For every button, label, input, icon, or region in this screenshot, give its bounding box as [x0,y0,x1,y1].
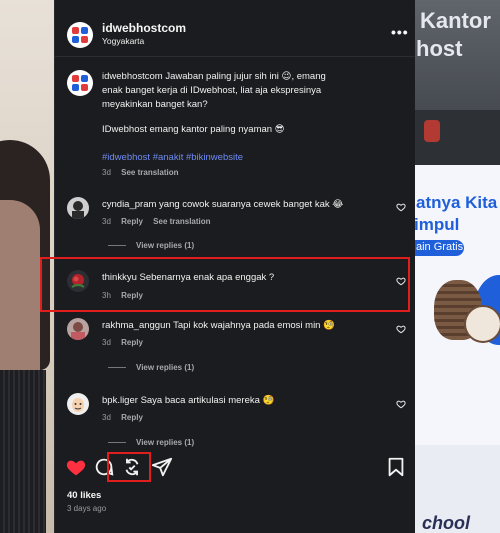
caption-time: 3d [102,168,111,177]
caption-hashtags[interactable]: #idwebhost #anakit #bikinwebsite [102,152,243,163]
comment-meta: 3d Reply [102,413,143,422]
comment-text: cyndia_pram yang cowok suaranya cewek ba… [102,199,343,210]
avatar[interactable] [67,22,93,48]
caption-text-secondary: IDwebhost emang kantor paling nyaman 😎 [102,124,285,135]
comment-body: Saya baca artikulasi mereka 🧐 [140,395,275,406]
idwebhost-logo-icon [72,27,88,43]
background-pill: ain Gratis [414,240,464,256]
post-username[interactable]: idwebhostcom [102,21,186,35]
view-replies-label: View replies (1) [136,241,195,250]
comment-time: 3d [102,217,111,226]
view-replies-line [108,367,126,369]
background-person-shirt [0,200,40,380]
bookmark-icon[interactable] [385,456,407,478]
comment-username[interactable]: rakhma_anggun [102,320,171,331]
idwebhost-logo-icon [72,75,88,91]
background-text: host [416,36,463,61]
background-feed-right: Kantor host atnya Kita impul ain Gratis … [414,0,500,533]
view-replies-line [108,245,126,247]
view-replies-button[interactable]: View replies (1) [108,363,194,372]
reply-button[interactable]: Reply [121,217,143,226]
comment-meta: 3d Reply See translation [102,217,211,226]
background-post-promo: atnya Kita impul ain Gratis [414,165,500,445]
background-person-pants [0,370,46,533]
view-replies-button[interactable]: View replies (1) [108,438,194,447]
header-divider [55,56,415,57]
background-text: chool [422,513,470,533]
background-text: impul [414,215,460,234]
caption-meta: 3d See translation [102,168,179,177]
view-replies-button[interactable]: View replies (1) [108,241,194,250]
comment-text: rakhma_anggun Tapi kok wajahnya pada emo… [102,320,335,331]
send-icon[interactable] [151,456,173,478]
avatar[interactable] [67,393,89,415]
comment-body: yang cowok suaranya cewek banget kak 😂 [159,199,344,210]
background-text: Kantor [420,8,491,33]
heart-icon[interactable] [396,202,406,212]
post-date: 3 days ago [67,504,107,513]
caption-text: idwebhostcom Jawaban paling jujur sih in… [102,71,326,110]
reply-button[interactable]: Reply [121,338,143,347]
view-replies-line [108,442,126,444]
background-post-bottom: chool [414,445,500,533]
view-replies-label: View replies (1) [136,438,195,447]
background-car-light [424,120,440,142]
heart-icon[interactable] [65,456,87,478]
heart-icon[interactable] [396,324,406,334]
comment-body: Tapi kok wajahnya pada emosi min 🧐 [173,320,335,331]
comment-time: 3d [102,413,111,422]
background-taro-slice [464,305,500,343]
highlight-box-comment [40,257,410,312]
background-text: ain Gratis [416,241,464,253]
background-post-top: Kantor host [414,0,500,165]
reply-button[interactable]: Reply [121,413,143,422]
highlight-box-repost [107,452,151,482]
comment-text: bpk.liger Saya baca artikulasi mereka 🧐 [102,395,274,406]
avatar[interactable] [67,70,93,96]
avatar[interactable] [67,318,89,340]
comment-time: 3d [102,338,111,347]
view-replies-label: View replies (1) [136,363,195,372]
heart-icon[interactable] [396,399,406,409]
more-options-icon[interactable]: ••• [391,24,409,40]
see-translation-link[interactable]: See translation [121,168,178,177]
post-header: idwebhostcom Yogyakarta ••• [55,12,415,56]
comment-meta: 3d Reply [102,338,143,347]
avatar[interactable] [67,197,89,219]
likes-count[interactable]: 40 likes [67,490,101,501]
comment-username[interactable]: bpk.liger [102,395,138,406]
see-translation-link[interactable]: See translation [153,217,210,226]
comment-username[interactable]: cyndia_pram [102,199,156,210]
post-location[interactable]: Yogyakarta [102,36,144,46]
background-text: atnya Kita [416,193,498,212]
